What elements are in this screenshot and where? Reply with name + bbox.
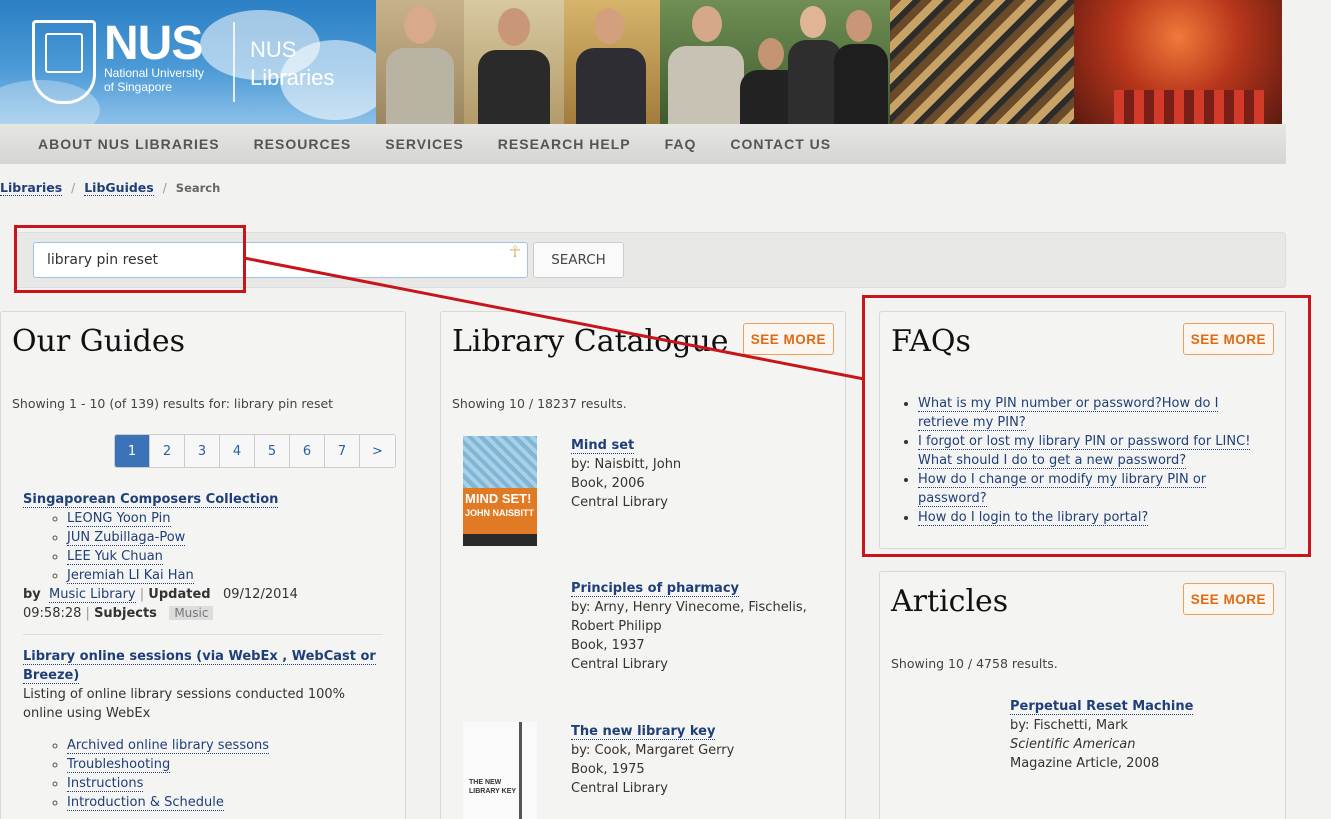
banner-photo-4 <box>660 0 890 124</box>
guide-page-link[interactable]: Instructions <box>67 776 144 792</box>
nav-faq[interactable]: FAQ <box>665 136 697 152</box>
page-4[interactable]: 4 <box>220 435 255 467</box>
page-7[interactable]: 7 <box>325 435 360 467</box>
libraries-title: NUS Libraries <box>250 37 335 90</box>
guide-title-link[interactable]: Library online sessions (via WebEx , Web… <box>23 649 376 684</box>
guides-title: Our Guides <box>12 324 186 359</box>
breadcrumb-libguides[interactable]: LibGuides <box>84 180 154 196</box>
banner-photo-1 <box>376 0 464 124</box>
nus-crest-icon <box>32 20 96 104</box>
page-1[interactable]: 1 <box>115 435 150 467</box>
guide-owner-link[interactable]: Music Library <box>49 587 136 603</box>
article-item: Perpetual Reset Machine by: Fischetti, M… <box>1010 699 1194 771</box>
main-nav: ABOUT NUS LIBRARIES RESOURCES SERVICES R… <box>0 124 1286 164</box>
annotation-faq-box <box>862 295 1311 557</box>
breadcrumb-current: Search <box>175 181 221 195</box>
guide-result: Singaporean Composers Collection LEONG Y… <box>23 490 383 623</box>
catalogue-panel: Library Catalogue SEE MORE Showing 10 / … <box>440 311 846 819</box>
article-title-link[interactable]: Perpetual Reset Machine <box>1010 699 1194 715</box>
nav-research-help[interactable]: RESEARCH HELP <box>498 136 631 152</box>
articles-title: Articles <box>891 584 1009 619</box>
page-next[interactable]: > <box>360 435 395 467</box>
catalogue-item: The new library key by: Cook, Margaret G… <box>571 724 735 796</box>
nav-contact-us[interactable]: CONTACT US <box>730 136 831 152</box>
articles-result-count: Showing 10 / 4758 results. <box>891 656 1058 671</box>
guide-page-link[interactable]: Introduction & Schedule <box>67 795 224 811</box>
catalogue-item: Mind set by: Naisbitt, John Book, 2006 C… <box>571 438 682 510</box>
subject-tag[interactable]: Music <box>169 606 214 620</box>
catalogue-item-title[interactable]: The new library key <box>571 724 716 740</box>
guides-panel: Our Guides Showing 1 - 10 (of 139) resul… <box>0 311 406 819</box>
search-button[interactable]: SEARCH <box>533 242 624 278</box>
book-cover[interactable]: MIND SET! JOHN NAISBITT <box>463 436 537 546</box>
guide-page-link[interactable]: Archived online library sessons <box>67 738 270 754</box>
nav-resources[interactable]: RESOURCES <box>254 136 352 152</box>
catalogue-title: Library Catalogue <box>452 324 729 359</box>
banner-photo-interior <box>1074 0 1282 124</box>
catalogue-item-title[interactable]: Mind set <box>571 438 635 454</box>
banner-photo-escalator <box>890 0 1074 124</box>
breadcrumb: Libraries / LibGuides / Search <box>0 180 221 196</box>
guide-meta: by Music Library | Updated 09/12/2014 09… <box>23 587 298 621</box>
catalogue-item-title[interactable]: Principles of pharmacy <box>571 581 740 597</box>
annotation-search-box <box>14 225 246 293</box>
catalogue-see-more-button[interactable]: SEE MORE <box>742 323 834 355</box>
nus-logo[interactable]: NUS National University of Singapore NUS… <box>0 0 390 124</box>
guide-title-link[interactable]: Singaporean Composers Collection <box>23 492 279 508</box>
banner-photo-3 <box>564 0 660 124</box>
input-key-icon: ☥ <box>509 242 521 261</box>
pagination: 1 2 3 4 5 6 7 > <box>114 434 396 468</box>
guide-page-link[interactable]: JUN Zubillaga-Pow <box>67 530 186 546</box>
guides-result-count: Showing 1 - 10 (of 139) results for: lib… <box>12 396 334 411</box>
page-6[interactable]: 6 <box>290 435 325 467</box>
articles-panel: Articles SEE MORE Showing 10 / 4758 resu… <box>879 571 1286 819</box>
book-cover[interactable]: THE NEW LIBRARY KEY <box>463 722 537 819</box>
page-3[interactable]: 3 <box>185 435 220 467</box>
page-2[interactable]: 2 <box>150 435 185 467</box>
guide-page-link[interactable]: Jeremiah LI Kai Han <box>67 568 194 584</box>
brand-subtitle: National University of Singapore <box>104 66 205 94</box>
breadcrumb-libraries[interactable]: Libraries <box>0 180 63 196</box>
guide-result: Library online sessions (via WebEx , Web… <box>23 647 383 812</box>
catalogue-result-count: Showing 10 / 18237 results. <box>452 396 627 411</box>
banner-photo-2 <box>464 0 564 124</box>
page-5[interactable]: 5 <box>255 435 290 467</box>
brand-name: NUS <box>104 17 203 70</box>
guide-page-link[interactable]: Troubleshooting <box>67 757 171 773</box>
guide-page-link[interactable]: LEE Yuk Chuan <box>67 549 163 565</box>
nav-services[interactable]: SERVICES <box>385 136 464 152</box>
articles-see-more-button[interactable]: SEE MORE <box>1182 583 1274 615</box>
catalogue-item: Principles of pharmacy by: Arny, Henry V… <box>571 581 807 672</box>
guide-page-link[interactable]: LEONG Yoon Pin <box>67 511 171 527</box>
nav-about[interactable]: ABOUT NUS LIBRARIES <box>38 136 220 152</box>
header-banner: NUS National University of Singapore NUS… <box>0 0 1286 124</box>
guide-description: Listing of online library sessions condu… <box>23 687 346 721</box>
